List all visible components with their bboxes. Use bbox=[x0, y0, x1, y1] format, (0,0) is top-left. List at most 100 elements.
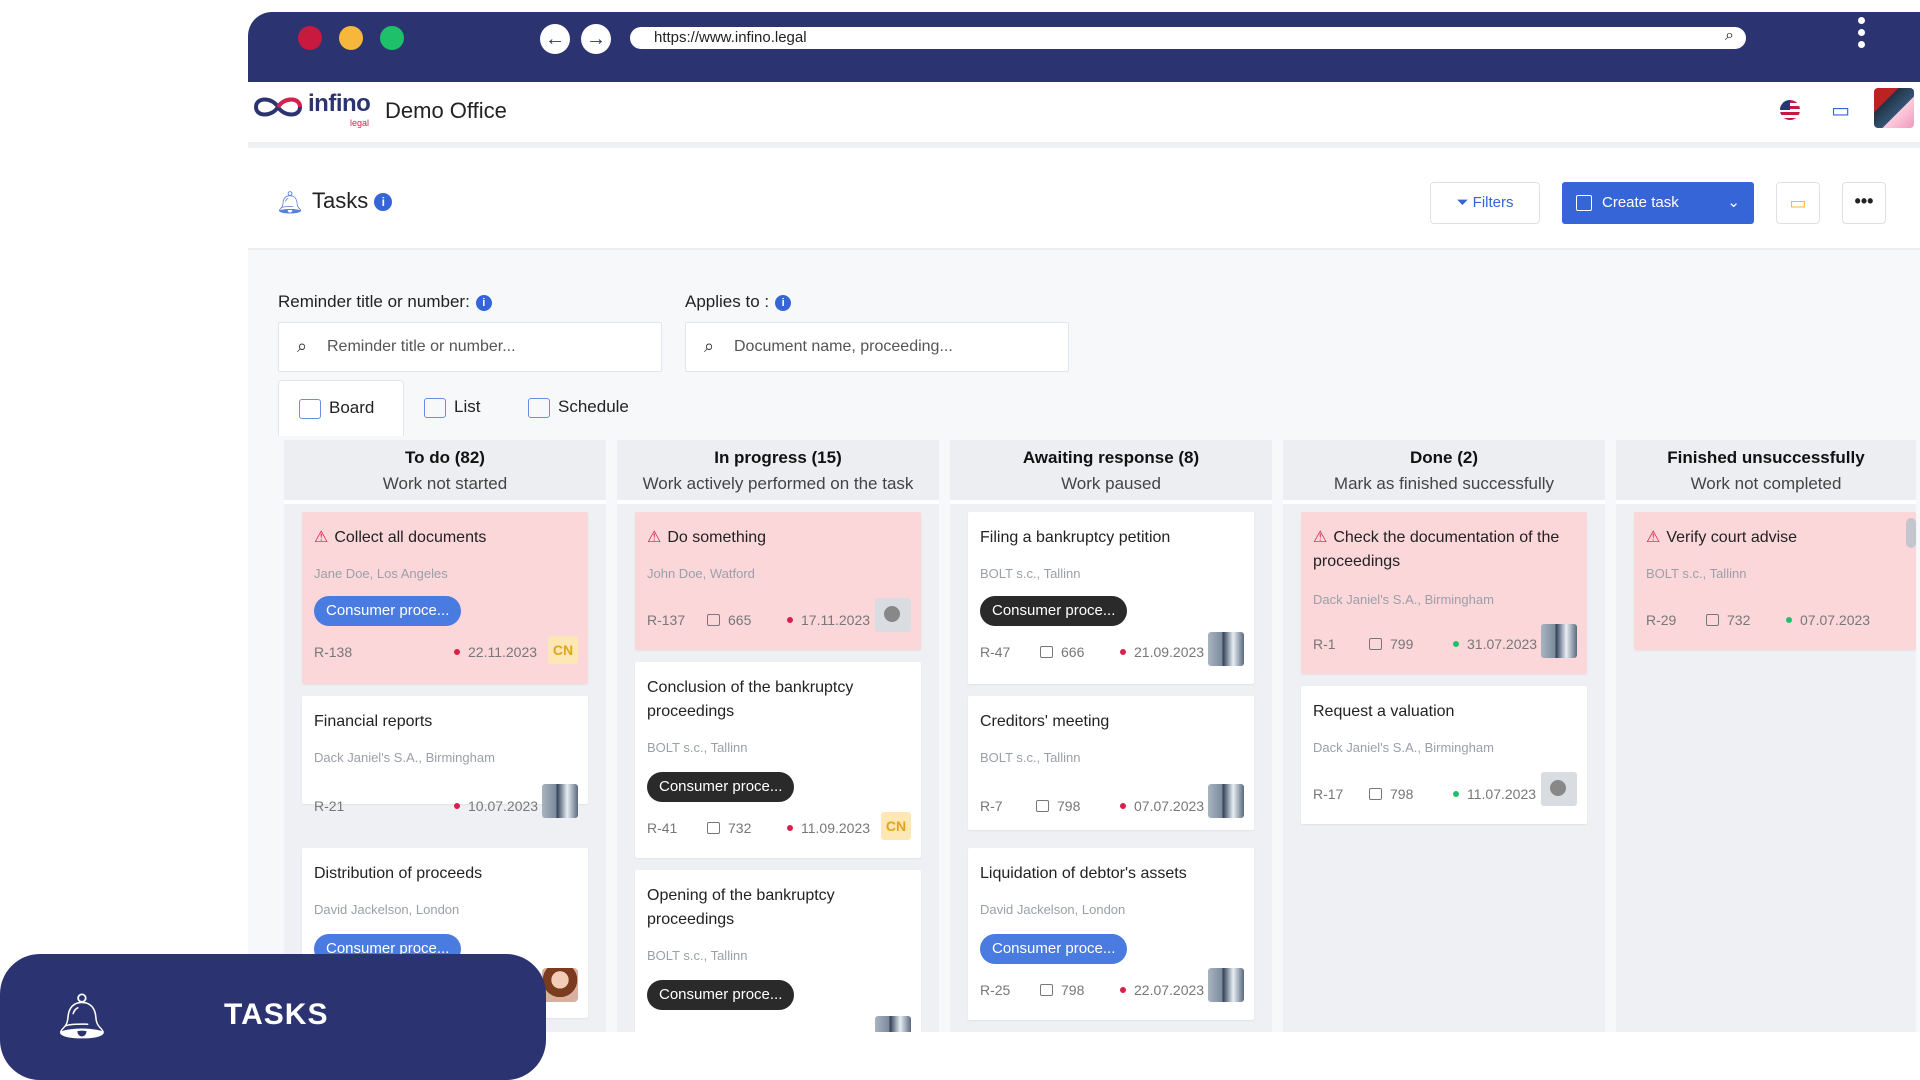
task-card[interactable]: ⚠ Verify court advise BOLT s.c., Tallinn … bbox=[1634, 512, 1916, 650]
proceeding-badge[interactable]: Consumer proce... bbox=[647, 772, 795, 802]
filters-button[interactable]: ⏷ Filters bbox=[1430, 182, 1540, 224]
assignee-avatar[interactable] bbox=[1208, 784, 1244, 818]
assignee-avatar[interactable] bbox=[542, 968, 578, 1002]
task-card[interactable]: Conclusion of the bankruptcy proceedings… bbox=[635, 662, 921, 858]
reminder-search-input[interactable]: ⌕ Reminder title or number... bbox=[278, 322, 662, 372]
due-dot-icon bbox=[787, 617, 793, 623]
warning-icon: ⚠ bbox=[314, 529, 329, 546]
task-card[interactable]: Creditors' meeting BOLT s.c., Tallinn R-… bbox=[968, 696, 1254, 830]
task-card[interactable]: Financial reports Dack Janiel's S.A., Bi… bbox=[302, 696, 588, 818]
card-documents: 798 bbox=[1040, 982, 1084, 998]
unassigned-icon[interactable] bbox=[1541, 772, 1577, 806]
document-icon bbox=[707, 822, 720, 834]
filter-icon: ⏷ bbox=[1456, 194, 1469, 211]
due-dot-icon bbox=[1120, 649, 1126, 655]
card-date-text: 22.07.2023 bbox=[1134, 982, 1205, 998]
applies-search-input[interactable]: ⌕ Document name, proceeding... bbox=[685, 322, 1069, 372]
column-title: In progress (15) bbox=[714, 448, 842, 467]
search-icon[interactable]: ⌕ bbox=[1725, 27, 1734, 45]
avatar[interactable] bbox=[1874, 88, 1914, 128]
column-awaiting: Awaiting response (8) Work paused Filing… bbox=[950, 440, 1272, 1032]
task-card[interactable]: Filing a bankruptcy petition BOLT s.c., … bbox=[968, 512, 1254, 684]
card-date: 10.07.2023 bbox=[454, 798, 538, 814]
scrollbar-thumb[interactable] bbox=[1906, 518, 1916, 548]
card-documents-count: 798 bbox=[1057, 798, 1081, 814]
assignee-initials[interactable]: CN bbox=[548, 636, 578, 664]
page-title: Tasks i bbox=[312, 188, 393, 214]
proceeding-badge[interactable]: Consumer proce... bbox=[314, 596, 462, 626]
brand-sub: legal bbox=[350, 118, 370, 128]
document-icon bbox=[1706, 614, 1719, 626]
card-documents: 732 bbox=[1706, 612, 1750, 628]
url-text: https://www.infino.legal bbox=[654, 29, 807, 46]
column-title: To do (82) bbox=[405, 448, 485, 467]
due-dot-icon bbox=[1120, 987, 1126, 993]
card-date: 31.07.2023 bbox=[1453, 636, 1537, 652]
assignee-initials[interactable]: CN bbox=[881, 812, 911, 840]
browser-menu-icon[interactable] bbox=[1858, 17, 1866, 53]
proceeding-badge[interactable]: Consumer proce... bbox=[647, 980, 795, 1010]
forward-arrow-icon[interactable]: → bbox=[581, 24, 611, 54]
applies-placeholder: Document name, proceeding... bbox=[734, 338, 953, 355]
more-options-button[interactable]: ••• bbox=[1842, 182, 1886, 224]
reminder-label: Reminder title or number: i bbox=[278, 292, 492, 312]
address-bar[interactable]: https://www.infino.legal ⌕ bbox=[630, 27, 1746, 49]
assignee-avatar[interactable] bbox=[875, 1016, 911, 1032]
card-documents-count: 798 bbox=[1390, 786, 1414, 802]
task-card[interactable]: ⚠ Check the documentation of the proceedi… bbox=[1301, 512, 1587, 674]
card-date-text: 07.07.2023 bbox=[1800, 612, 1871, 628]
us-flag-icon[interactable] bbox=[1780, 100, 1800, 120]
back-arrow-icon[interactable]: ← bbox=[540, 24, 570, 54]
card-title: Conclusion of the bankruptcy proceedings bbox=[647, 679, 854, 720]
card-number: R-41 bbox=[647, 820, 678, 836]
guide-button[interactable]: ▭ bbox=[1776, 182, 1820, 224]
card-documents-count: 732 bbox=[1727, 612, 1751, 628]
minimize-window-dot[interactable] bbox=[339, 26, 363, 50]
assignee-avatar[interactable] bbox=[1208, 632, 1244, 666]
info-icon[interactable]: i bbox=[374, 193, 393, 212]
maximize-window-dot[interactable] bbox=[380, 26, 404, 50]
assignee-avatar[interactable] bbox=[1208, 968, 1244, 1002]
document-icon bbox=[707, 614, 720, 626]
assignee-avatar[interactable] bbox=[1541, 624, 1577, 658]
proceeding-badge[interactable]: Consumer proce... bbox=[980, 934, 1128, 964]
column-subtitle: Work paused bbox=[1061, 474, 1161, 493]
unassigned-icon[interactable] bbox=[875, 598, 911, 632]
card-client: BOLT s.c., Tallinn bbox=[980, 566, 1081, 581]
column-header: To do (82) Work not started bbox=[284, 440, 606, 504]
column-title: Finished unsuccessfully bbox=[1667, 448, 1865, 467]
banner-label: TASKS bbox=[224, 998, 329, 1031]
reminder-label-text: Reminder title or number: bbox=[278, 292, 470, 311]
card-date: 11.07.2023 bbox=[1453, 786, 1536, 802]
office-name: Demo Office bbox=[385, 98, 507, 123]
search-icon: ⌕ bbox=[297, 336, 308, 356]
browser-toolbar: ← → https://www.infino.legal ⌕ bbox=[248, 12, 1920, 82]
task-card[interactable]: Liquidation of debtor's assets David Jac… bbox=[968, 848, 1254, 1020]
proceeding-badge[interactable]: Consumer proce... bbox=[980, 596, 1128, 626]
task-card[interactable]: ⚠ Do something John Doe, Watford R-137 66… bbox=[635, 512, 921, 650]
card-date: 07.07.2023 bbox=[1786, 612, 1870, 628]
task-card[interactable]: Opening of the bankruptcy proceedings BO… bbox=[635, 870, 921, 1032]
close-window-dot[interactable] bbox=[298, 26, 322, 50]
card-client: BOLT s.c., Tallinn bbox=[980, 750, 1081, 765]
card-documents-count: 798 bbox=[1061, 982, 1085, 998]
tab-list[interactable]: List bbox=[424, 380, 514, 436]
info-icon[interactable]: i bbox=[475, 294, 492, 311]
info-icon[interactable]: i bbox=[775, 294, 792, 311]
column-title: Awaiting response (8) bbox=[1022, 448, 1200, 467]
card-date: 21.09.2023 bbox=[1120, 644, 1204, 660]
assignee-avatar[interactable] bbox=[542, 784, 578, 818]
tab-schedule[interactable]: Schedule bbox=[528, 380, 658, 436]
applies-label-text: Applies to : bbox=[685, 292, 770, 311]
task-card[interactable]: Request a valuation Dack Janiel's S.A., … bbox=[1301, 686, 1587, 824]
card-date-text: 07.07.2023 bbox=[1134, 798, 1205, 814]
card-client: BOLT s.c., Tallinn bbox=[647, 740, 748, 755]
chevron-down-icon[interactable]: ⌄ bbox=[1727, 182, 1740, 224]
create-task-button[interactable]: Create task ⌄ bbox=[1562, 182, 1754, 224]
book-icon[interactable]: ▭ bbox=[1831, 98, 1850, 123]
tab-board[interactable]: Board bbox=[278, 380, 404, 436]
warning-icon: ⚠ bbox=[647, 529, 662, 546]
task-card[interactable]: ⚠ Collect all documents Jane Doe, Los Ang… bbox=[302, 512, 588, 684]
card-documents: 732 bbox=[707, 820, 751, 836]
card-date-text: 11.07.2023 bbox=[1467, 786, 1537, 802]
